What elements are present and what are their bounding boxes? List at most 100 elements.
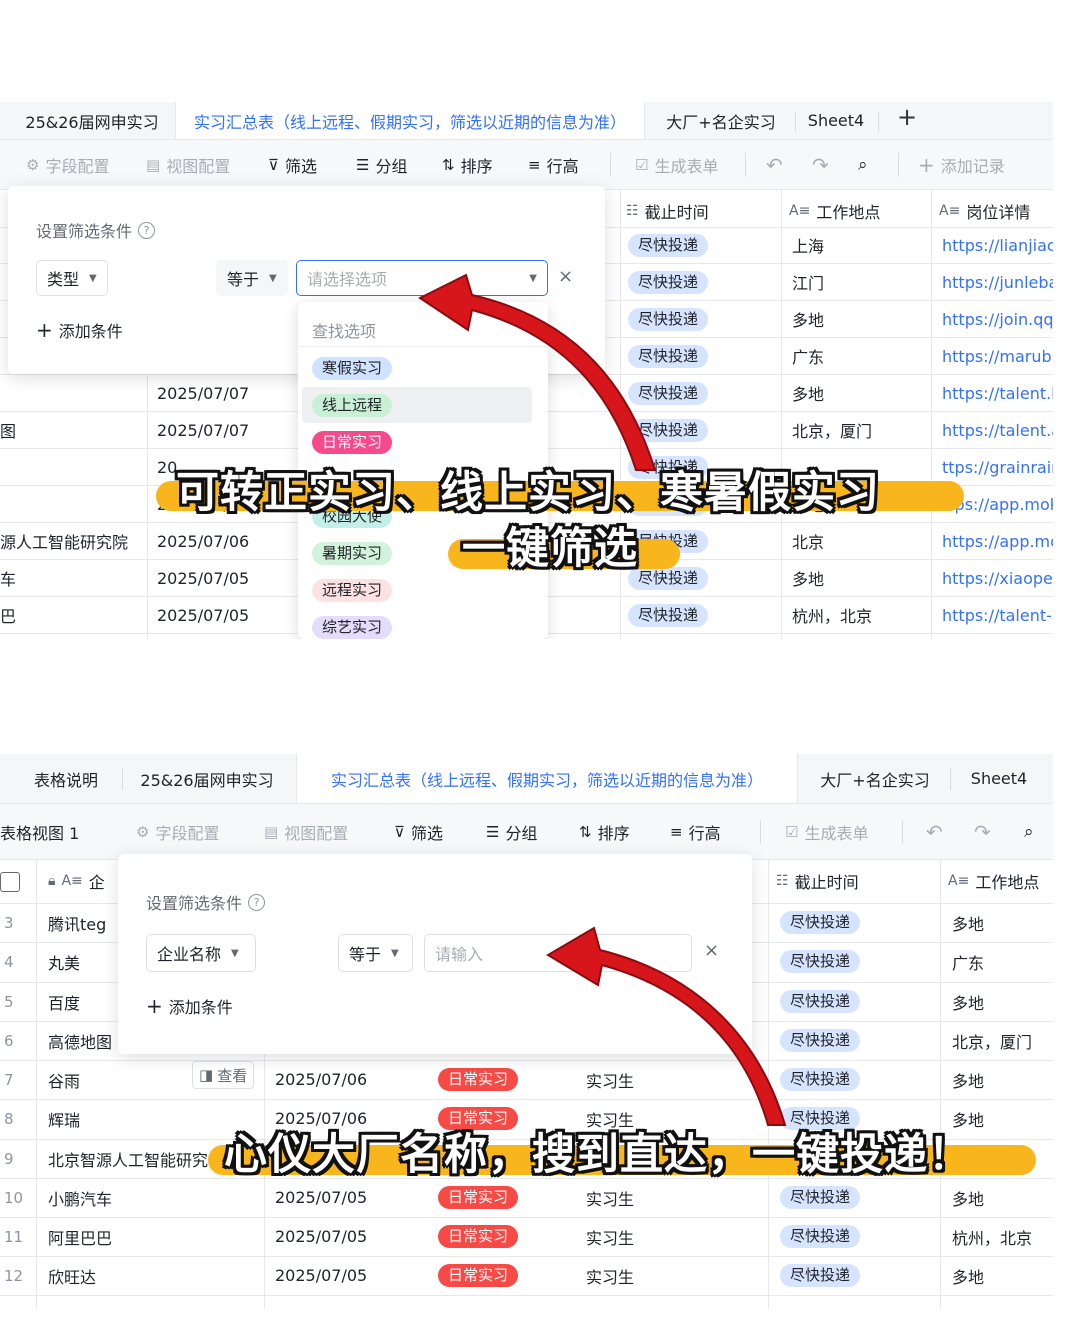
header-location[interactable]: A≡ 工作地点 bbox=[789, 196, 880, 226]
add-condition-button[interactable]: + 添加条件 bbox=[146, 994, 233, 1018]
cell-type[interactable]: 日常实习 bbox=[438, 1178, 519, 1217]
filter-field-select[interactable]: 企业名称 ▼ bbox=[146, 934, 256, 972]
option-remote[interactable]: 远程实习 bbox=[302, 572, 532, 608]
cell-location[interactable]: 多地 bbox=[952, 1178, 984, 1217]
view-config-button[interactable]: ▤ 视图配置 bbox=[146, 140, 230, 189]
view-config-button[interactable]: ▤ 视图配置 bbox=[264, 804, 348, 859]
tab-big-companies[interactable]: 大厂+名企实习 bbox=[806, 754, 944, 803]
cell-deadline[interactable]: 尽快投递 bbox=[628, 227, 709, 263]
select-all-checkbox[interactable] bbox=[0, 872, 20, 892]
filter-value-input[interactable]: 请输入 bbox=[424, 934, 692, 972]
cell-location[interactable]: 广东 bbox=[952, 942, 984, 981]
cell-deadline[interactable]: 尽快投递 bbox=[780, 1021, 861, 1060]
cell-deadline[interactable]: 尽快投递 bbox=[628, 375, 709, 411]
row-number[interactable]: 7 bbox=[4, 1060, 14, 1099]
row-number[interactable]: 6 bbox=[4, 1021, 14, 1060]
filter-field-select[interactable]: 类型 ▼ bbox=[36, 260, 108, 296]
cell-company[interactable]: 百度 bbox=[48, 982, 80, 1021]
cell-left[interactable]: 车 bbox=[0, 560, 16, 596]
filter-operator-select[interactable]: 等于 ▼ bbox=[338, 934, 413, 972]
cell-deadline[interactable]: 尽快投递 bbox=[628, 301, 709, 337]
cell-company[interactable]: 高德地图 bbox=[48, 1021, 112, 1060]
row-height-button[interactable]: ≡ 行高 bbox=[670, 804, 721, 859]
tab-sheet4[interactable]: Sheet4 bbox=[956, 754, 1042, 803]
option-winter[interactable]: 寒假实习 bbox=[302, 350, 532, 386]
cell-location[interactable]: 多地 bbox=[952, 903, 984, 942]
cell-deadline[interactable]: 尽快投递 bbox=[780, 1060, 861, 1099]
cell-location[interactable]: 北京 bbox=[792, 523, 824, 559]
cell-link[interactable]: https://junlebac bbox=[942, 264, 1053, 300]
tab-big-companies[interactable]: 大厂+名企实习 bbox=[652, 102, 790, 139]
generate-form-button[interactable]: ☑ 生成表单 bbox=[785, 804, 868, 859]
cell-deadline[interactable]: 尽快投递 bbox=[780, 1217, 861, 1256]
group-button[interactable]: ☰ 分组 bbox=[356, 140, 407, 189]
option-daily[interactable]: 日常实习 bbox=[302, 424, 532, 460]
search-icon[interactable]: ⌕ bbox=[858, 140, 868, 189]
field-config-button[interactable]: ⚙ 字段配置 bbox=[136, 804, 219, 859]
cell-company[interactable]: 丸美 bbox=[48, 942, 80, 981]
add-condition-button[interactable]: + 添加条件 bbox=[36, 318, 123, 342]
cell-location[interactable]: 多地 bbox=[792, 375, 824, 411]
cell-location[interactable]: 北京，厦门 bbox=[792, 412, 872, 448]
cell-location[interactable]: 多地 bbox=[792, 301, 824, 337]
cell-deadline[interactable]: 尽快投递 bbox=[780, 942, 861, 981]
cell-role[interactable]: 实习生 bbox=[586, 1178, 634, 1217]
cell-link[interactable]: ttps://grainrain bbox=[942, 449, 1053, 485]
remove-condition-icon[interactable]: × bbox=[558, 266, 573, 287]
cell-company[interactable]: 辉瑞 bbox=[48, 1099, 80, 1138]
cell-deadline[interactable]: 尽快投递 bbox=[780, 903, 861, 942]
cell-type[interactable]: 日常实习 bbox=[438, 1217, 519, 1256]
row-number[interactable]: 5 bbox=[4, 982, 14, 1021]
tab-sheet-description[interactable]: 表格说明 bbox=[12, 754, 120, 803]
cell-link[interactable]: https://talent.ar bbox=[942, 412, 1053, 448]
option-search-input[interactable]: 查找选项 bbox=[312, 318, 376, 342]
cell-company[interactable]: 谷雨 bbox=[48, 1060, 80, 1099]
cell-date[interactable]: 2025/07/05 bbox=[275, 1178, 367, 1217]
row-number[interactable]: 12 bbox=[4, 1256, 23, 1295]
cell-deadline[interactable]: 尽快投递 bbox=[780, 1178, 861, 1217]
undo-icon[interactable]: ↶ bbox=[926, 804, 943, 859]
row-number[interactable]: 10 bbox=[4, 1178, 23, 1217]
tab-25-26-applications[interactable]: 25&26届网申实习 bbox=[128, 754, 286, 803]
cell-location[interactable]: 多地 bbox=[952, 1060, 984, 1099]
cell-deadline[interactable]: 尽快投递 bbox=[628, 264, 709, 300]
cell-deadline[interactable]: 尽快投递 bbox=[780, 1256, 861, 1295]
cell-location[interactable]: 杭州，北京 bbox=[792, 597, 872, 633]
filter-button[interactable]: ⊽ 筛选 bbox=[394, 804, 443, 859]
tab-internship-summary[interactable]: 实习汇总表（线上远程、假期实习，筛选以近期的信息为准） bbox=[175, 102, 645, 139]
help-icon[interactable]: ? bbox=[138, 221, 156, 239]
filter-button[interactable]: ⊽ 筛选 bbox=[268, 140, 317, 189]
sort-button[interactable]: ⇅ 排序 bbox=[442, 140, 493, 189]
header-deadline[interactable]: ☷ 截止时间 bbox=[776, 866, 859, 896]
cell-deadline[interactable]: 尽快投递 bbox=[628, 338, 709, 374]
redo-icon[interactable]: ↷ bbox=[812, 140, 829, 189]
cell-location[interactable]: 多地 bbox=[952, 982, 984, 1021]
cell-date[interactable]: 2025/07/05 bbox=[157, 597, 249, 633]
header-company[interactable]: 🔒︎ A≡ 企 bbox=[48, 866, 105, 896]
row-number[interactable]: 11 bbox=[4, 1217, 23, 1256]
cell-left[interactable]: 源人工智能研究院 bbox=[0, 523, 128, 559]
header-detail[interactable]: A≡ 岗位详情 bbox=[939, 196, 1030, 226]
cell-company[interactable]: 北京智源人工智能研究 bbox=[48, 1139, 208, 1178]
tab-sheet4[interactable]: Sheet4 bbox=[800, 102, 872, 139]
cell-type[interactable]: 日常实习 bbox=[438, 1060, 519, 1099]
cell-role[interactable]: 实习生 bbox=[586, 1217, 634, 1256]
cell-link[interactable]: https://lianjiaca bbox=[942, 227, 1053, 263]
header-location[interactable]: A≡ 工作地点 bbox=[948, 866, 1039, 896]
cell-link[interactable]: https://app.mok bbox=[942, 523, 1053, 559]
view-name[interactable]: 表格视图 1 bbox=[0, 804, 79, 859]
redo-icon[interactable]: ↷ bbox=[974, 804, 991, 859]
cell-company[interactable]: 欣旺达 bbox=[48, 1256, 96, 1295]
tab-25-26-applications[interactable]: 25&26届网申实习 bbox=[12, 102, 172, 139]
cell-role[interactable]: 实习生 bbox=[586, 1256, 634, 1295]
option-remote-online[interactable]: 线上远程 bbox=[302, 387, 532, 423]
cell-date[interactable]: 20 bbox=[157, 449, 177, 485]
cell-date[interactable]: 2025/07/05 bbox=[275, 1256, 367, 1295]
cell-date[interactable]: 2025/07/06 bbox=[157, 523, 249, 559]
generate-form-button[interactable]: ☑ 生成表单 bbox=[635, 140, 718, 189]
cell-date[interactable]: 2025/07/06 bbox=[275, 1060, 367, 1099]
cell-location[interactable]: 多地 bbox=[792, 560, 824, 596]
add-sheet-icon[interactable]: + bbox=[897, 103, 917, 131]
cell-location[interactable]: 杭州，北京 bbox=[952, 1217, 1032, 1256]
header-deadline[interactable]: ☷ 截止时间 bbox=[626, 196, 709, 226]
